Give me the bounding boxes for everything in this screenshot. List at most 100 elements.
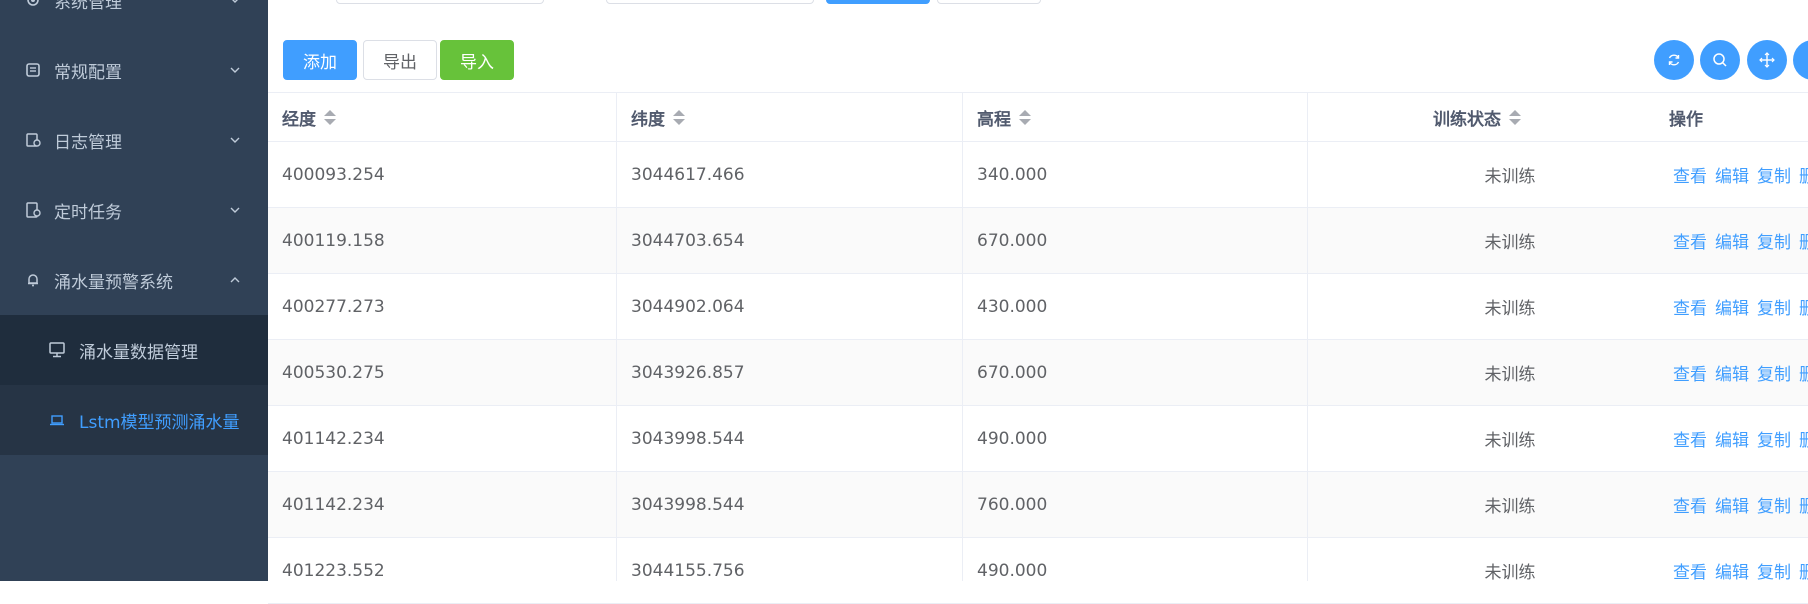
cell-training-status: 未训练 <box>1484 233 1536 253</box>
col-header-longitude[interactable]: 经度 <box>282 93 336 141</box>
filter-input[interactable] <box>336 0 544 4</box>
cell-lon: 400119.158 <box>282 230 385 251</box>
sidebar-item-system[interactable]: 系统管理 <box>0 0 268 35</box>
search-button[interactable] <box>826 0 930 4</box>
chevron-down-icon <box>228 63 242 77</box>
cell-lon: 400530.275 <box>282 362 385 383</box>
col-header-training-status[interactable]: 训练状态 <box>1433 93 1521 141</box>
sidebar-item-label: 涌水量预警系统 <box>54 272 173 293</box>
import-button[interactable]: 导入 <box>440 40 514 80</box>
add-button[interactable]: 添加 <box>283 40 357 80</box>
laptop-icon <box>48 411 66 429</box>
cell-lat: 3043998.544 <box>631 428 745 449</box>
column-divider <box>616 92 617 581</box>
cell-elev: 490.000 <box>977 560 1048 581</box>
view-link[interactable]: 查看 <box>1673 162 1707 187</box>
filter-input[interactable] <box>606 0 814 4</box>
edit-link[interactable]: 编辑 <box>1715 360 1749 385</box>
table-row: 401142.234 3043998.544 760.000 未训练 查看 编辑 复制删 <box>268 472 1808 538</box>
copy-link[interactable]: 复制 <box>1757 294 1791 319</box>
bell-icon <box>24 271 42 289</box>
sidebar-item-label: 定时任务 <box>54 202 122 223</box>
copy-link[interactable]: 复制 <box>1757 162 1791 187</box>
edit-link[interactable]: 编辑 <box>1715 228 1749 253</box>
table-row: 401223.552 3044155.756 490.000 未训练 查看 编辑 复制删 <box>268 538 1808 604</box>
list-icon <box>24 61 42 79</box>
cell-actions: 查看 编辑 复制删 <box>1673 406 1808 471</box>
cell-elev: 670.000 <box>977 362 1048 383</box>
col-header-elevation[interactable]: 高程 <box>977 93 1031 141</box>
view-link[interactable]: 查看 <box>1673 294 1707 319</box>
sidebar-subitem-water-data[interactable]: 涌水量数据管理 <box>0 315 268 385</box>
cell-elev: 490.000 <box>977 428 1048 449</box>
cell-actions: 查看 编辑 复制删 <box>1673 142 1808 207</box>
view-link[interactable]: 查看 <box>1673 228 1707 253</box>
column-divider <box>962 92 963 581</box>
log-icon <box>24 131 42 149</box>
sort-icon[interactable] <box>1019 109 1031 125</box>
cell-lat: 3044902.064 <box>631 296 745 317</box>
delete-link[interactable]: 删 <box>1799 228 1808 253</box>
cell-lon: 400093.254 <box>282 164 385 185</box>
table-row: 400093.254 3044617.466 340.000 未训练 查看 编辑 复制删 <box>268 142 1808 208</box>
delete-link[interactable]: 删 <box>1799 360 1808 385</box>
cell-lat: 3043926.857 <box>631 362 745 383</box>
sidebar-item-water-warning[interactable]: 涌水量预警系统 <box>0 245 268 315</box>
sidebar-item-general-config[interactable]: 常规配置 <box>0 35 268 105</box>
delete-link[interactable]: 删 <box>1799 162 1808 187</box>
table-header: 经度 纬度 高程 训练状态 操作 <box>268 92 1808 142</box>
sort-icon[interactable] <box>324 109 336 125</box>
cell-actions: 查看 编辑 复制删 <box>1673 340 1808 405</box>
more-button[interactable] <box>1793 40 1808 80</box>
col-header-actions: 操作 <box>1669 109 1703 130</box>
view-link[interactable]: 查看 <box>1673 360 1707 385</box>
copy-link[interactable]: 复制 <box>1757 426 1791 451</box>
view-link[interactable]: 查看 <box>1673 426 1707 451</box>
search-toggle-button[interactable] <box>1700 40 1740 80</box>
column-settings-button[interactable] <box>1747 40 1787 80</box>
export-button[interactable]: 导出 <box>363 40 437 80</box>
cell-lat: 3044617.466 <box>631 164 745 185</box>
edit-link[interactable]: 编辑 <box>1715 426 1749 451</box>
cell-elev: 760.000 <box>977 494 1048 515</box>
sidebar-item-scheduled-tasks[interactable]: 定时任务 <box>0 175 268 245</box>
refresh-button[interactable] <box>1654 40 1694 80</box>
column-divider <box>1307 92 1308 581</box>
sidebar-subitem-lstm-prediction[interactable]: Lstm模型预测涌水量 <box>0 385 268 455</box>
edit-link[interactable]: 编辑 <box>1715 558 1749 583</box>
refresh-icon <box>1668 54 1680 66</box>
view-link[interactable]: 查看 <box>1673 558 1707 583</box>
table-row: 400530.275 3043926.857 670.000 未训练 查看 编辑 复制删 <box>268 340 1808 406</box>
copy-link[interactable]: 复制 <box>1757 228 1791 253</box>
delete-link[interactable]: 删 <box>1799 558 1808 583</box>
table-row: 401142.234 3043998.544 490.000 未训练 查看 编辑 复制删 <box>268 406 1808 472</box>
cell-training-status: 未训练 <box>1484 167 1536 187</box>
cell-lon: 401142.234 <box>282 428 385 449</box>
sort-icon[interactable] <box>673 109 685 125</box>
cell-training-status: 未训练 <box>1484 299 1536 319</box>
gear-icon <box>24 0 42 9</box>
reset-button[interactable] <box>937 0 1041 4</box>
col-header-latitude[interactable]: 纬度 <box>631 93 685 141</box>
move-icon <box>1759 52 1775 68</box>
cell-lon: 400277.273 <box>282 296 385 317</box>
delete-link[interactable]: 删 <box>1799 426 1808 451</box>
monitor-icon <box>48 341 66 359</box>
view-link[interactable]: 查看 <box>1673 492 1707 517</box>
sort-icon[interactable] <box>1509 109 1521 125</box>
delete-link[interactable]: 删 <box>1799 492 1808 517</box>
edit-link[interactable]: 编辑 <box>1715 294 1749 319</box>
edit-link[interactable]: 编辑 <box>1715 492 1749 517</box>
delete-link[interactable]: 删 <box>1799 294 1808 319</box>
edit-link[interactable]: 编辑 <box>1715 162 1749 187</box>
sidebar-item-label: 日志管理 <box>54 132 122 153</box>
chevron-up-icon <box>228 273 242 287</box>
copy-link[interactable]: 复制 <box>1757 558 1791 583</box>
schedule-icon <box>24 201 42 219</box>
copy-link[interactable]: 复制 <box>1757 360 1791 385</box>
copy-link[interactable]: 复制 <box>1757 492 1791 517</box>
sidebar-item-log-management[interactable]: 日志管理 <box>0 105 268 175</box>
sidebar: 系统管理 常规配置 日志管理 定时任务 涌水量预警系统 涌水量数据管理 Lstm… <box>0 0 268 581</box>
cell-actions: 查看 编辑 复制删 <box>1673 274 1808 339</box>
search-icon <box>1713 53 1727 67</box>
